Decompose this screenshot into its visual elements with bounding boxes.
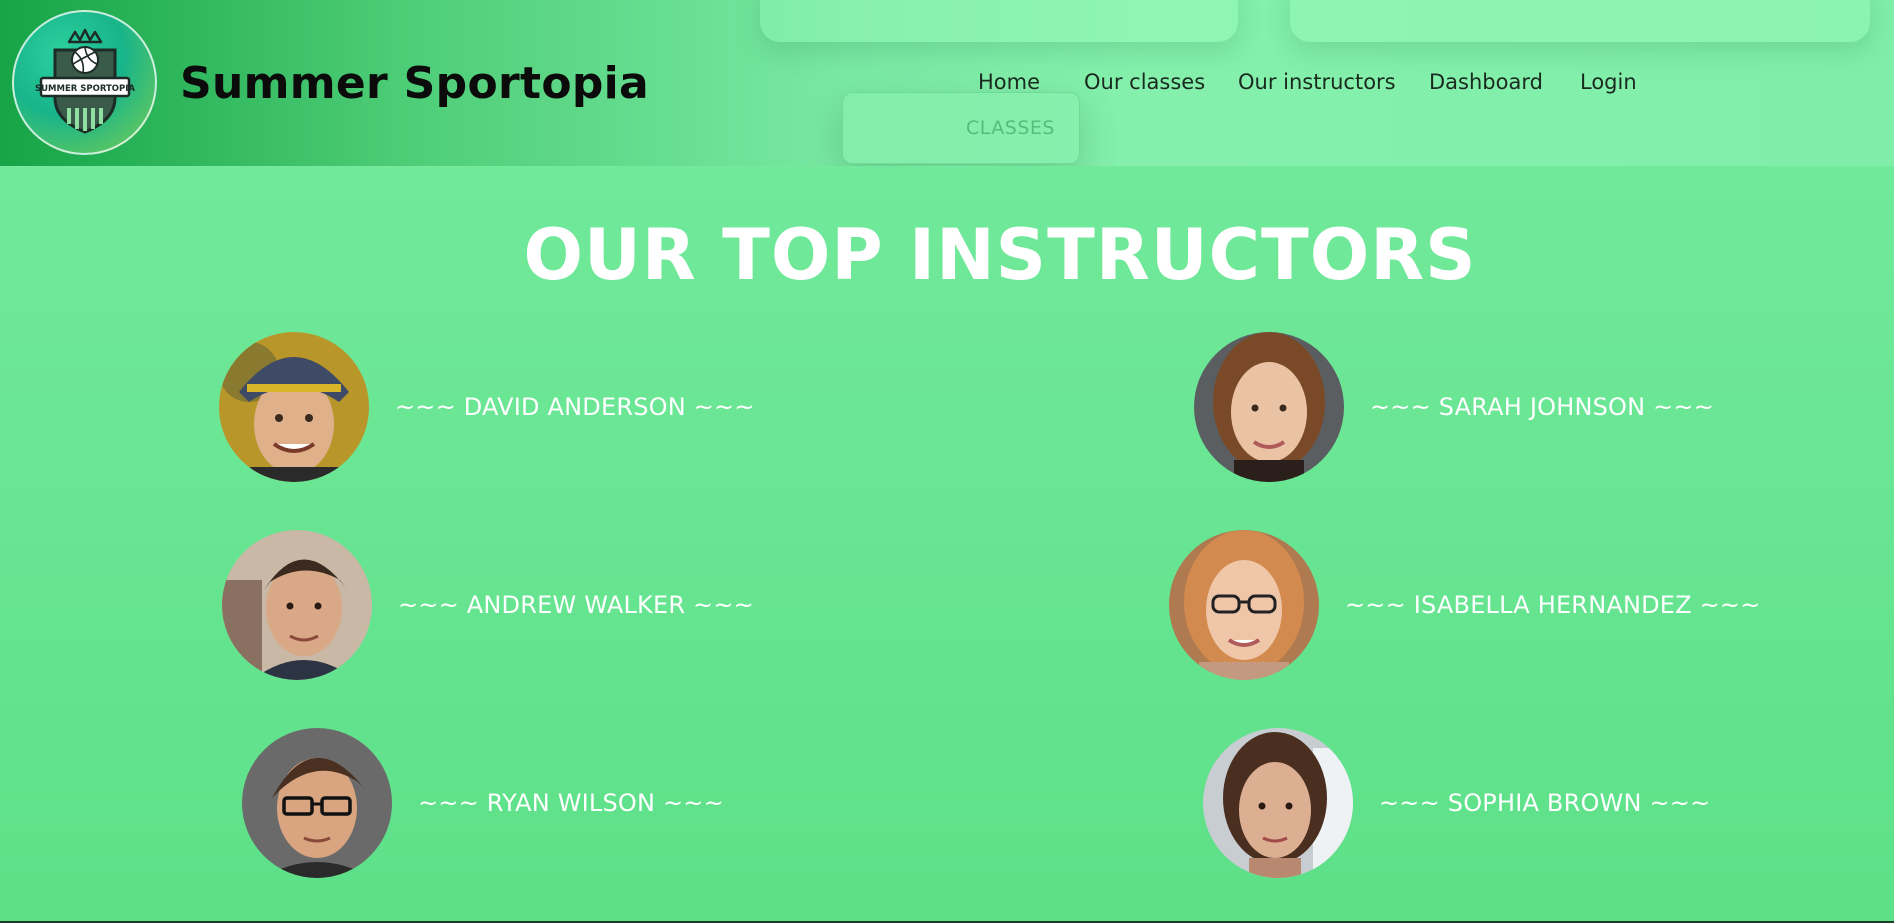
instructor-name: ~~~ SARAH JOHNSON ~~~ xyxy=(1370,393,1715,421)
instructor-card[interactable]: ~~~ DAVID ANDERSON ~~~ xyxy=(219,332,755,482)
section-title-text: OUR TOP INSTRUCTORS xyxy=(523,214,1477,296)
person-avatar-icon xyxy=(219,332,369,482)
nav-dashboard[interactable]: Dashboard xyxy=(1429,70,1543,94)
instructor-card[interactable]: ~~~ RYAN WILSON ~~~ xyxy=(242,728,724,878)
instructor-photo xyxy=(1169,530,1319,680)
instructor-card[interactable]: ~~~ ANDREW WALKER ~~~ xyxy=(222,530,754,680)
instructor-name: ~~~ ANDREW WALKER ~~~ xyxy=(398,591,754,619)
section-title: OUR TOP INSTRUCTORS xyxy=(0,214,1894,296)
main-navigation: Home Our classes Our instructors Dashboa… xyxy=(0,70,1894,100)
nav-our-instructors[interactable]: Our instructors xyxy=(1238,70,1396,94)
nav-home[interactable]: Home xyxy=(978,70,1040,94)
faded-classes-button: CLASSES xyxy=(842,92,1080,164)
person-avatar-icon xyxy=(1203,728,1353,878)
instructor-photo xyxy=(1203,728,1353,878)
instructor-card[interactable]: ~~~ ISABELLA HERNANDEZ ~~~ xyxy=(1169,530,1761,680)
instructor-card[interactable]: ~~~ SOPHIA BROWN ~~~ xyxy=(1203,728,1710,878)
instructor-photo xyxy=(242,728,392,878)
instructor-photo xyxy=(222,530,372,680)
instructor-photo xyxy=(219,332,369,482)
instructor-name: ~~~ DAVID ANDERSON ~~~ xyxy=(395,393,755,421)
person-avatar-icon xyxy=(1194,332,1344,482)
instructor-name: ~~~ RYAN WILSON ~~~ xyxy=(418,789,724,817)
instructor-name: ~~~ ISABELLA HERNANDEZ ~~~ xyxy=(1345,591,1761,619)
background-card xyxy=(760,0,1238,42)
instructor-card[interactable]: ~~~ SARAH JOHNSON ~~~ xyxy=(1194,332,1714,482)
faded-classes-label: CLASSES xyxy=(966,117,1055,139)
person-avatar-icon xyxy=(1169,530,1319,680)
instructor-photo xyxy=(1194,332,1344,482)
person-avatar-icon xyxy=(222,530,372,680)
person-avatar-icon xyxy=(242,728,392,878)
instructor-name: ~~~ SOPHIA BROWN ~~~ xyxy=(1379,789,1711,817)
site-header: CLASSES SUMMER SPORTOPIA Summer Sportopi… xyxy=(0,0,1894,166)
nav-login[interactable]: Login xyxy=(1580,70,1637,94)
nav-our-classes[interactable]: Our classes xyxy=(1084,70,1205,94)
background-card xyxy=(1290,0,1870,42)
